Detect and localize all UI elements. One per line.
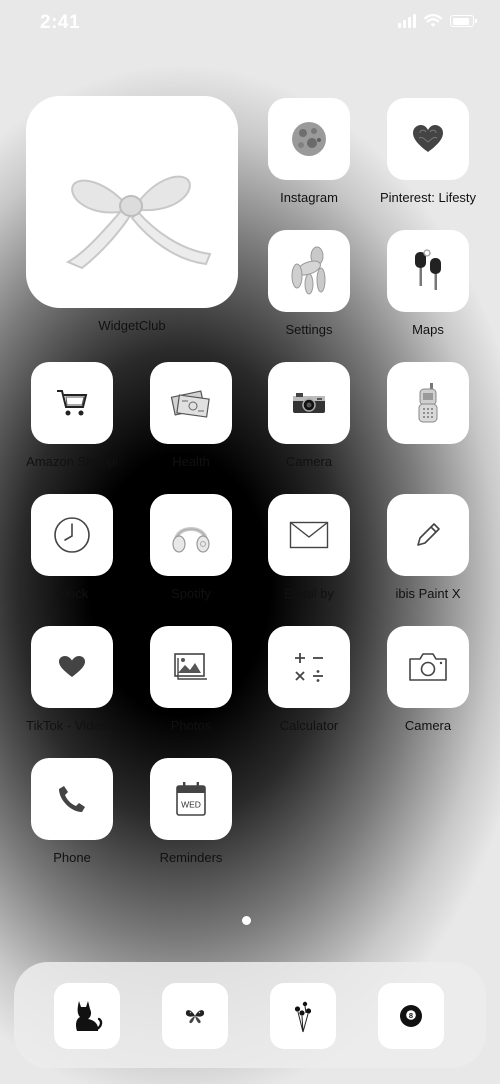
app-photos[interactable]: Photos	[150, 626, 232, 733]
app-tile[interactable]: WED	[150, 758, 232, 840]
app-label: Calculator	[279, 718, 339, 733]
vintage-camera-icon	[293, 393, 325, 413]
app-settings[interactable]: Settings	[268, 230, 350, 337]
app-label: Photos	[170, 718, 212, 733]
app-spotify[interactable]: Spotify	[150, 494, 232, 601]
app-tile[interactable]	[268, 230, 350, 312]
eight-ball-icon: 8	[400, 1005, 422, 1027]
calendar-day-text: WED	[181, 800, 201, 810]
phone-icon	[59, 786, 85, 812]
widget-tile[interactable]	[26, 96, 238, 308]
status-bar: 2:41	[0, 0, 500, 48]
shopping-cart-icon	[57, 390, 88, 416]
app-camera[interactable]: Camera	[387, 626, 469, 733]
app-tile[interactable]	[387, 494, 469, 576]
app-calculator[interactable]: Calculator	[268, 626, 350, 733]
app-label: Phone	[53, 850, 91, 865]
app-tile[interactable]	[31, 494, 113, 576]
wifi-icon	[424, 14, 442, 27]
butterfly-icon	[185, 1010, 205, 1024]
pencil-icon	[417, 523, 440, 546]
flip-phone-icon	[418, 383, 438, 423]
camera-icon	[409, 653, 447, 681]
status-time: 2:41	[40, 12, 81, 33]
app-tile[interactable]	[387, 626, 469, 708]
app-label: TikTok - Videos,	[26, 718, 118, 733]
app-tile[interactable]	[387, 362, 469, 444]
black-cat-icon	[76, 1001, 103, 1031]
balloon-dog-icon	[291, 246, 326, 295]
dock-app-flowers[interactable]	[270, 983, 336, 1049]
envelope-icon	[289, 521, 329, 549]
app-camera-vintage[interactable]: Camera	[268, 362, 350, 469]
app-tile[interactable]	[268, 98, 350, 180]
app-tile[interactable]	[150, 626, 232, 708]
battery-icon	[450, 15, 477, 27]
eight-ball-number: 8	[409, 1011, 413, 1020]
app-maps[interactable]: Maps	[387, 230, 469, 337]
dock-app-butterfly[interactable]	[162, 983, 228, 1049]
app-label: Maps	[412, 322, 444, 337]
app-label: Spotify	[171, 586, 211, 601]
app-health[interactable]: Health	[150, 362, 232, 469]
app-pinterest[interactable]: Pinterest: Lifesty	[380, 98, 476, 205]
app-email[interactable]: Email by	[268, 494, 350, 601]
clock-icon	[54, 517, 90, 553]
calendar-icon: WED	[176, 782, 206, 816]
dock-app-cat[interactable]	[54, 983, 120, 1049]
app-label: Settings	[285, 322, 333, 337]
calculator-icon	[295, 653, 323, 682]
app-reminders[interactable]: WED Reminders	[150, 758, 232, 865]
widget-label: WidgetClub	[98, 318, 166, 333]
bow-icon	[65, 175, 212, 270]
moon-icon	[292, 122, 326, 156]
dock: 8	[14, 962, 486, 1068]
app-tile[interactable]	[268, 626, 350, 708]
app-phone[interactable]: Phone	[31, 758, 113, 865]
app-clock[interactable]: Clock	[31, 494, 113, 601]
app-tile[interactable]	[31, 626, 113, 708]
money-stack-icon	[170, 390, 210, 418]
app-tile[interactable]	[31, 758, 113, 840]
car-keys-icon	[415, 249, 441, 290]
app-label: Reminders	[159, 850, 223, 865]
app-label: Health	[172, 454, 210, 469]
heart-icon	[59, 656, 85, 677]
app-instagram[interactable]: Instagram	[268, 98, 350, 205]
app-tile[interactable]	[150, 362, 232, 444]
app-label: Amazon Shoppi	[26, 454, 118, 469]
widgetclub-widget[interactable]: WidgetClub	[26, 96, 238, 333]
app-tile[interactable]	[268, 362, 350, 444]
app-label: ibis Paint X	[395, 586, 461, 601]
app-amazon-shopping[interactable]: Amazon Shoppi	[26, 362, 118, 469]
app-tile[interactable]	[387, 230, 469, 312]
app-ibis-paint[interactable]: ibis Paint X	[387, 494, 469, 601]
app-label: Instagram	[280, 190, 338, 205]
headphones-icon	[172, 527, 210, 553]
photos-icon	[174, 653, 207, 680]
status-icons	[398, 14, 477, 28]
page-indicator-dot[interactable]	[242, 916, 251, 925]
flowers-icon	[294, 1001, 312, 1033]
app-tile[interactable]	[31, 362, 113, 444]
app-tile[interactable]	[268, 494, 350, 576]
app-label: Camera	[404, 718, 452, 733]
app-tile[interactable]	[387, 98, 469, 180]
app-label: Clock	[55, 586, 89, 601]
app-label: Email by	[284, 586, 334, 601]
dock-app-eight-ball[interactable]: 8	[378, 983, 444, 1049]
app-label: Camera	[285, 454, 333, 469]
cellular-signal-icon	[398, 14, 416, 28]
fingerprint-heart-icon	[413, 125, 443, 152]
app-tiktok[interactable]: TikTok - Videos,	[26, 626, 118, 733]
app-label: Pinterest: Lifesty	[379, 190, 477, 205]
app-tile[interactable]	[150, 494, 232, 576]
app-flip-phone[interactable]	[387, 362, 469, 454]
